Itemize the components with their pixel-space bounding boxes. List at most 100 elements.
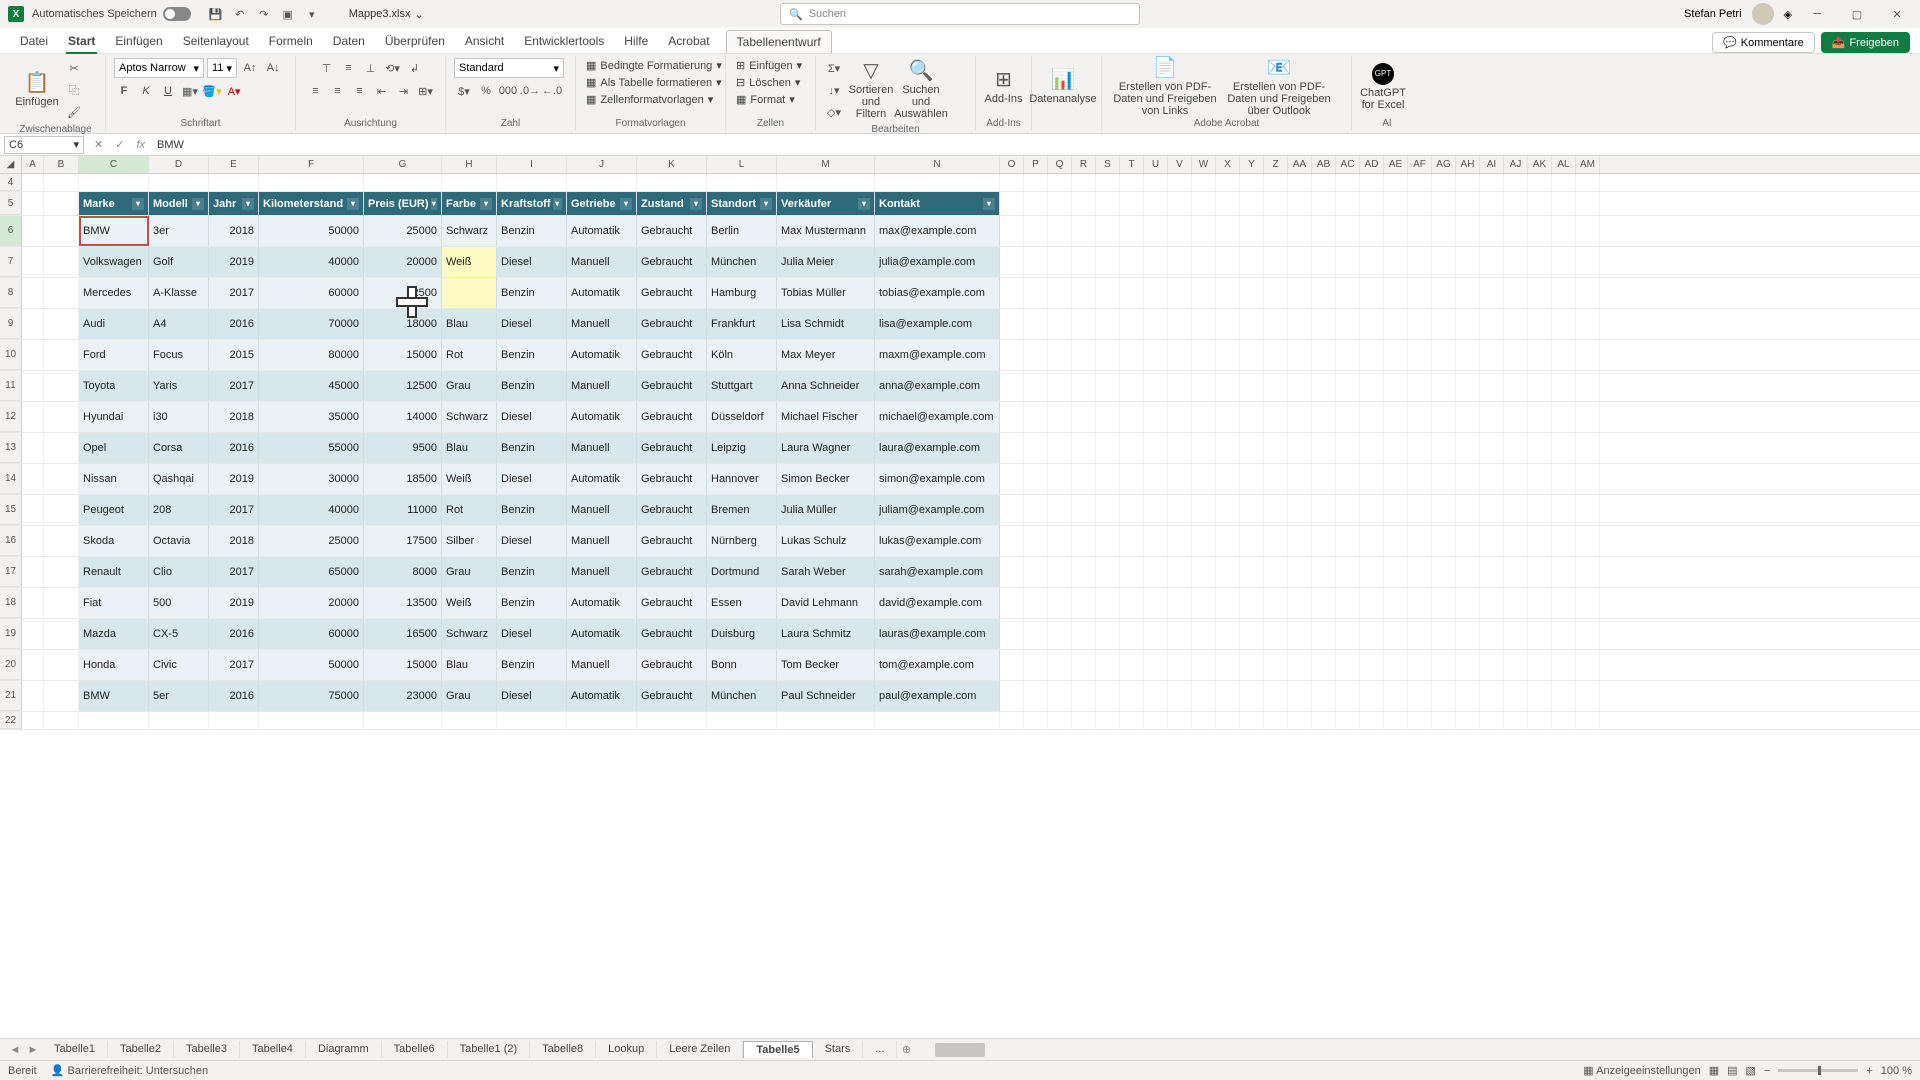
- cell[interactable]: Hamburg: [707, 278, 777, 308]
- cell[interactable]: [1240, 495, 1264, 525]
- cell[interactable]: [1336, 495, 1360, 525]
- cell[interactable]: [1456, 216, 1480, 246]
- cell[interactable]: [1312, 278, 1336, 308]
- cell[interactable]: [1024, 526, 1048, 556]
- cell[interactable]: [1360, 433, 1384, 463]
- cell[interactable]: [1336, 681, 1360, 711]
- comments-button[interactable]: 💬 Kommentare: [1712, 32, 1815, 53]
- cell[interactable]: [1216, 495, 1240, 525]
- cell[interactable]: Essen: [707, 588, 777, 618]
- filter-dropdown-icon[interactable]: ▾: [480, 198, 492, 210]
- cell[interactable]: 2016: [209, 681, 259, 711]
- col-header-Y[interactable]: Y: [1240, 156, 1264, 173]
- cell[interactable]: [1456, 495, 1480, 525]
- cell[interactable]: [44, 526, 79, 556]
- cell[interactable]: [1048, 681, 1072, 711]
- formula-input[interactable]: BMW: [151, 139, 1920, 151]
- cell[interactable]: lisa@example.com: [875, 309, 1000, 339]
- cell[interactable]: [1552, 402, 1576, 432]
- cell[interactable]: [1096, 588, 1120, 618]
- cell[interactable]: [1360, 192, 1384, 215]
- cell[interactable]: 35000: [259, 402, 364, 432]
- cell[interactable]: Rot: [442, 495, 497, 525]
- cell[interactable]: michael@example.com: [875, 402, 1000, 432]
- cell[interactable]: [1240, 650, 1264, 680]
- cancel-icon[interactable]: ✕: [94, 138, 103, 151]
- cell[interactable]: [1000, 371, 1024, 401]
- cell[interactable]: Hyundai: [79, 402, 149, 432]
- sheet-tab[interactable]: Diagramm: [306, 1041, 382, 1058]
- cell[interactable]: [1360, 619, 1384, 649]
- sheet-tab[interactable]: Tabelle3: [174, 1041, 240, 1058]
- cell[interactable]: paul@example.com: [875, 681, 1000, 711]
- cell[interactable]: Schwarz: [442, 216, 497, 246]
- chevron-down-icon[interactable]: ⌄: [415, 8, 424, 21]
- tab-ansicht[interactable]: Ansicht: [455, 30, 514, 53]
- cell[interactable]: [1216, 464, 1240, 494]
- cell[interactable]: Grau: [442, 557, 497, 587]
- inc-decimal-icon[interactable]: .0→: [520, 81, 540, 101]
- cell[interactable]: [1096, 681, 1120, 711]
- cell[interactable]: [1384, 433, 1408, 463]
- cell[interactable]: [1192, 681, 1216, 711]
- cell[interactable]: [1000, 433, 1024, 463]
- cell[interactable]: [1048, 712, 1072, 729]
- col-header-M[interactable]: M: [777, 156, 875, 173]
- cell[interactable]: Max Meyer: [777, 340, 875, 370]
- cell[interactable]: [1504, 174, 1528, 191]
- col-header-K[interactable]: K: [637, 156, 707, 173]
- cell[interactable]: [1192, 526, 1216, 556]
- cell[interactable]: lukas@example.com: [875, 526, 1000, 556]
- cell[interactable]: [149, 174, 209, 191]
- cell[interactable]: [1144, 433, 1168, 463]
- cell[interactable]: [1288, 495, 1312, 525]
- cell[interactable]: [1096, 712, 1120, 729]
- cell[interactable]: [1168, 433, 1192, 463]
- cell[interactable]: [1192, 712, 1216, 729]
- cell[interactable]: [1408, 681, 1432, 711]
- cell[interactable]: [1120, 247, 1144, 277]
- cell[interactable]: Dortmund: [707, 557, 777, 587]
- cell[interactable]: David Lehmann: [777, 588, 875, 618]
- cell[interactable]: Diesel: [497, 526, 567, 556]
- cell[interactable]: [1480, 371, 1504, 401]
- cell[interactable]: Automatik: [567, 402, 637, 432]
- row-header[interactable]: 9: [0, 309, 22, 339]
- sheet-tab[interactable]: Stars: [813, 1041, 864, 1058]
- cell[interactable]: [1384, 192, 1408, 215]
- cell[interactable]: [1120, 464, 1144, 494]
- cell[interactable]: [1552, 681, 1576, 711]
- cell[interactable]: [1264, 402, 1288, 432]
- sheet-tab[interactable]: Tabelle2: [108, 1041, 174, 1058]
- cell[interactable]: Manuell: [567, 433, 637, 463]
- cell[interactable]: [1552, 464, 1576, 494]
- cell[interactable]: [1312, 557, 1336, 587]
- cell[interactable]: Gebraucht: [637, 495, 707, 525]
- cell[interactable]: [44, 588, 79, 618]
- col-header-AK[interactable]: AK: [1528, 156, 1552, 173]
- cell[interactable]: [1504, 278, 1528, 308]
- row-header[interactable]: 19: [0, 619, 22, 649]
- cell[interactable]: sarah@example.com: [875, 557, 1000, 587]
- cell[interactable]: [1096, 619, 1120, 649]
- cell[interactable]: 15000: [364, 340, 442, 370]
- cell[interactable]: Gebraucht: [637, 216, 707, 246]
- cell[interactable]: [1312, 588, 1336, 618]
- cell[interactable]: [1384, 712, 1408, 729]
- cell[interactable]: 11000: [364, 495, 442, 525]
- align-center-icon[interactable]: ≡: [328, 81, 348, 101]
- cell[interactable]: [1384, 340, 1408, 370]
- cell[interactable]: [1408, 309, 1432, 339]
- cell[interactable]: [1024, 433, 1048, 463]
- conditional-formatting-button[interactable]: ▦ Bedingte Formatierung ▾: [584, 58, 724, 73]
- cell[interactable]: [1264, 192, 1288, 215]
- cell[interactable]: [1528, 340, 1552, 370]
- cell[interactable]: [1072, 464, 1096, 494]
- cell[interactable]: [1576, 402, 1600, 432]
- cell[interactable]: david@example.com: [875, 588, 1000, 618]
- cell[interactable]: Köln: [707, 340, 777, 370]
- cell[interactable]: [1480, 712, 1504, 729]
- cell[interactable]: [1552, 650, 1576, 680]
- cell[interactable]: CX-5: [149, 619, 209, 649]
- save-icon[interactable]: 💾: [207, 5, 225, 23]
